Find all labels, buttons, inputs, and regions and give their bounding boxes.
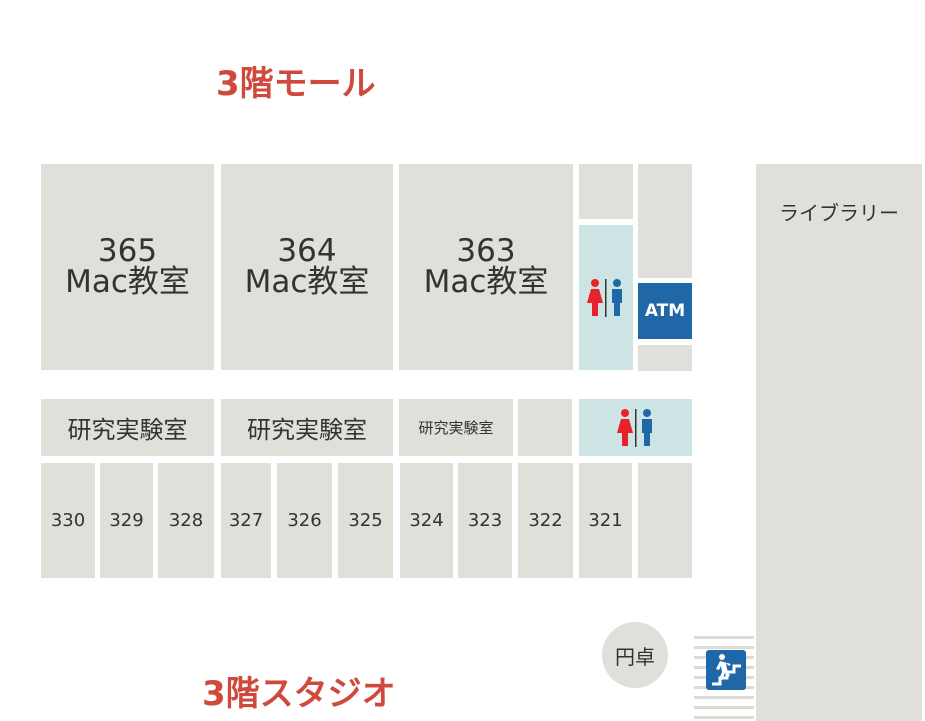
room-326[interactable]: 326: [277, 463, 332, 578]
utility-room: [638, 345, 692, 371]
room-363[interactable]: 363 Mac教室: [399, 164, 573, 370]
room-329[interactable]: 329: [100, 463, 153, 578]
room-330[interactable]: 330: [41, 463, 95, 578]
room-364[interactable]: 364 Mac教室: [221, 164, 393, 370]
lab-room[interactable]: 研究実験室: [41, 399, 214, 456]
library[interactable]: ライブラリー: [756, 164, 922, 721]
room-365[interactable]: 365 Mac教室: [41, 164, 214, 370]
atm[interactable]: ATM: [638, 283, 692, 339]
utility-room: [579, 164, 633, 219]
room-label: Mac教室: [65, 264, 190, 300]
room-323[interactable]: 323: [458, 463, 512, 578]
round-table[interactable]: 円卓: [602, 622, 668, 688]
room-325[interactable]: 325: [338, 463, 393, 578]
room-322[interactable]: 322: [518, 463, 573, 578]
room-number: 364: [277, 233, 337, 269]
lab-room[interactable]: 研究実験室: [221, 399, 393, 456]
room-327[interactable]: 327: [221, 463, 271, 578]
stairs-icon: [706, 650, 746, 690]
restroom-upper[interactable]: [579, 225, 633, 370]
utility-room: [638, 463, 692, 578]
utility-room: [518, 399, 572, 456]
utility-room: [638, 164, 692, 278]
restroom-icon: [616, 408, 652, 447]
room-number: 363: [456, 233, 516, 269]
room-number: 365: [97, 233, 158, 269]
room-328[interactable]: 328: [158, 463, 214, 578]
floor-title-mall: 3階モール: [216, 64, 376, 104]
room-label: Mac教室: [244, 264, 370, 300]
lab-room[interactable]: 研究実験室: [399, 399, 513, 456]
room-324[interactable]: 324: [400, 463, 453, 578]
floor-title-studio: 3階スタジオ: [202, 674, 396, 714]
room-label: Mac教室: [423, 264, 549, 300]
room-321[interactable]: 321: [579, 463, 632, 578]
restroom-icon: [587, 278, 622, 317]
restroom-lower[interactable]: [579, 399, 692, 456]
